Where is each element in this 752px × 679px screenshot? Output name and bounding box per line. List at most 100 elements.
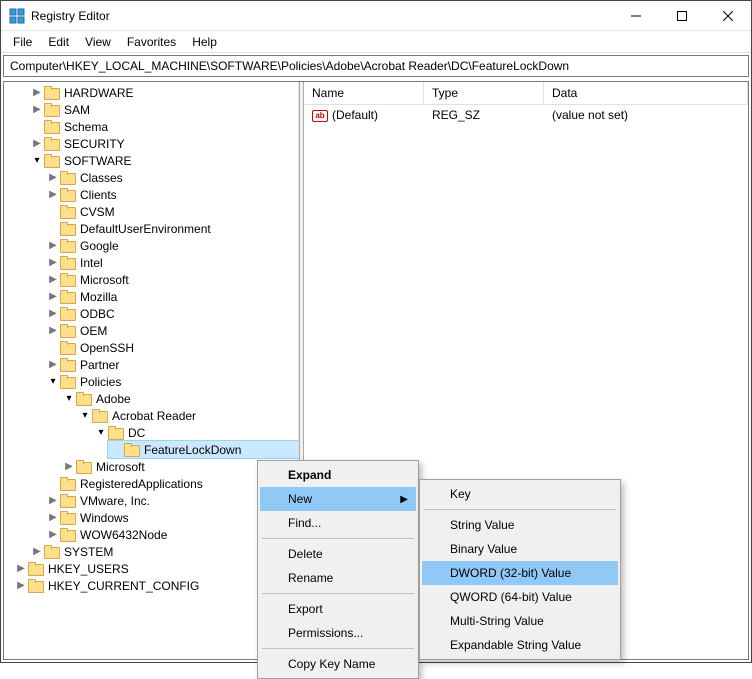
chevron-down-icon[interactable]: ▾ xyxy=(78,409,92,423)
tree-item-hkey-users[interactable]: ▶HKEY_USERS xyxy=(12,560,298,577)
address-bar[interactable] xyxy=(3,55,749,77)
ctx-delete[interactable]: Delete xyxy=(260,542,416,566)
tree-item-schema[interactable]: ▶Schema xyxy=(28,118,298,135)
tree-item-sam[interactable]: ▶SAM xyxy=(28,101,298,118)
chevron-right-icon[interactable]: ▶ xyxy=(46,239,60,253)
close-button[interactable] xyxy=(705,1,751,31)
chevron-right-icon[interactable]: ▶ xyxy=(30,103,44,117)
menu-favorites[interactable]: Favorites xyxy=(119,33,184,51)
chevron-right-icon[interactable]: ▶ xyxy=(30,86,44,100)
chevron-right-icon: ▶ xyxy=(400,494,408,505)
ctx-rename[interactable]: Rename xyxy=(260,566,416,590)
ctx-expand[interactable]: Expand xyxy=(260,463,416,487)
ctx-permissions[interactable]: Permissions... xyxy=(260,621,416,645)
tree-label: VMware, Inc. xyxy=(80,494,150,508)
chevron-right-icon[interactable]: ▶ xyxy=(14,562,28,576)
submenu-expandable-string-value[interactable]: Expandable String Value xyxy=(422,633,618,657)
tree-item-google[interactable]: ▶Google xyxy=(44,237,298,254)
registry-editor-window: Registry Editor File Edit View Favorites… xyxy=(0,0,752,663)
folder-icon xyxy=(124,443,140,457)
tree-label: Adobe xyxy=(96,392,131,406)
tree-item-adobe[interactable]: ▾ Adobe xyxy=(60,390,298,407)
chevron-right-icon[interactable]: ▶ xyxy=(46,290,60,304)
chevron-right-icon[interactable]: ▶ xyxy=(46,273,60,287)
tree-item-mozilla[interactable]: ▶Mozilla xyxy=(44,288,298,305)
maximize-button[interactable] xyxy=(659,1,705,31)
tree-label: HKEY_CURRENT_CONFIG xyxy=(48,579,199,593)
tree-label: Schema xyxy=(64,120,108,134)
tree-item-software[interactable]: ▾SOFTWARE xyxy=(28,152,298,169)
tree-pane[interactable]: ▶HARDWARE ▶SAM ▶Schema ▶SECURITY ▾SOFTWA… xyxy=(4,82,299,659)
submenu-binary-value[interactable]: Binary Value xyxy=(422,537,618,561)
chevron-right-icon[interactable]: ▶ xyxy=(46,256,60,270)
chevron-right-icon[interactable]: ▶ xyxy=(46,188,60,202)
chevron-right-icon[interactable]: ▶ xyxy=(62,460,76,474)
tree-item-acrobat-reader[interactable]: ▾Acrobat Reader xyxy=(76,407,298,424)
tree-item-odbc[interactable]: ▶ODBC xyxy=(44,305,298,322)
chevron-down-icon[interactable]: ▾ xyxy=(94,426,108,440)
folder-icon xyxy=(60,341,76,355)
ctx-copy-key-name[interactable]: Copy Key Name xyxy=(260,652,416,676)
column-header-type[interactable]: Type xyxy=(424,82,544,104)
chevron-right-icon[interactable]: ▶ xyxy=(14,579,28,593)
submenu-multistring-value[interactable]: Multi-String Value xyxy=(422,609,618,633)
menu-file[interactable]: File xyxy=(5,33,40,51)
tree-item-microsoft[interactable]: ▶ Microsoft xyxy=(44,271,298,288)
tree-item-openssh[interactable]: ▶OpenSSH xyxy=(44,339,298,356)
tree-item-featurelockdown[interactable]: ▶FeatureLockDown xyxy=(108,441,298,458)
tree-item-intel[interactable]: ▶Intel xyxy=(44,254,298,271)
list-header: Name Type Data xyxy=(304,82,748,105)
tree-item-partner[interactable]: ▶Partner xyxy=(44,356,298,373)
tree-item-hkey-current-config[interactable]: ▶ HKEY_CURRENT_CONFIG xyxy=(12,577,298,594)
chevron-right-icon[interactable]: ▶ xyxy=(46,324,60,338)
chevron-right-icon[interactable]: ▶ xyxy=(46,494,60,508)
separator xyxy=(262,648,414,649)
tree-item-clients[interactable]: ▶Clients xyxy=(44,186,298,203)
folder-icon xyxy=(44,154,60,168)
ctx-new[interactable]: New▶ xyxy=(260,487,416,511)
chevron-down-icon[interactable]: ▾ xyxy=(46,375,60,389)
folder-icon xyxy=(108,426,124,440)
tree-item-dc[interactable]: ▾DC xyxy=(92,424,298,441)
chevron-right-icon[interactable]: ▶ xyxy=(46,307,60,321)
separator xyxy=(262,593,414,594)
ctx-export[interactable]: Export xyxy=(260,597,416,621)
value-data-cell: (value not set) xyxy=(544,107,748,123)
list-row[interactable]: ab(Default) REG_SZ (value not set) xyxy=(304,105,748,125)
titlebar: Registry Editor xyxy=(1,1,751,31)
menu-view[interactable]: View xyxy=(77,33,119,51)
chevron-right-icon[interactable]: ▶ xyxy=(46,171,60,185)
menu-help[interactable]: Help xyxy=(184,33,225,51)
folder-icon xyxy=(44,120,60,134)
folder-icon xyxy=(44,103,60,117)
tree-item-oem[interactable]: ▶OEM xyxy=(44,322,298,339)
chevron-right-icon[interactable]: ▶ xyxy=(46,358,60,372)
chevron-right-icon[interactable]: ▶ xyxy=(30,137,44,151)
chevron-down-icon[interactable]: ▾ xyxy=(62,392,76,406)
tree-item-due[interactable]: ▶DefaultUserEnvironment xyxy=(44,220,298,237)
ctx-find[interactable]: Find... xyxy=(260,511,416,535)
value-name: (Default) xyxy=(332,108,378,122)
chevron-down-icon[interactable]: ▾ xyxy=(30,154,44,168)
submenu-qword-value[interactable]: QWORD (64-bit) Value xyxy=(422,585,618,609)
tree-item-security[interactable]: ▶SECURITY xyxy=(28,135,298,152)
tree-label: Windows xyxy=(80,511,129,525)
tree-item-cvsm[interactable]: ▶CVSM xyxy=(44,203,298,220)
tree-item-policies[interactable]: ▾Policies xyxy=(44,373,298,390)
folder-icon xyxy=(44,137,60,151)
tree-item-classes[interactable]: ▶Classes xyxy=(44,169,298,186)
column-header-data[interactable]: Data xyxy=(544,82,748,104)
menu-edit[interactable]: Edit xyxy=(40,33,77,51)
column-header-name[interactable]: Name xyxy=(304,82,424,104)
folder-icon xyxy=(60,239,76,253)
tree-label: Microsoft xyxy=(80,273,129,287)
submenu-key[interactable]: Key xyxy=(422,482,618,506)
submenu-dword-value[interactable]: DWORD (32-bit) Value xyxy=(422,561,618,585)
chevron-right-icon[interactable]: ▶ xyxy=(46,511,60,525)
chevron-right-icon[interactable]: ▶ xyxy=(46,528,60,542)
address-input[interactable] xyxy=(8,58,744,74)
minimize-button[interactable] xyxy=(613,1,659,31)
submenu-string-value[interactable]: String Value xyxy=(422,513,618,537)
tree-item-hardware[interactable]: ▶HARDWARE xyxy=(28,84,298,101)
chevron-right-icon[interactable]: ▶ xyxy=(30,545,44,559)
